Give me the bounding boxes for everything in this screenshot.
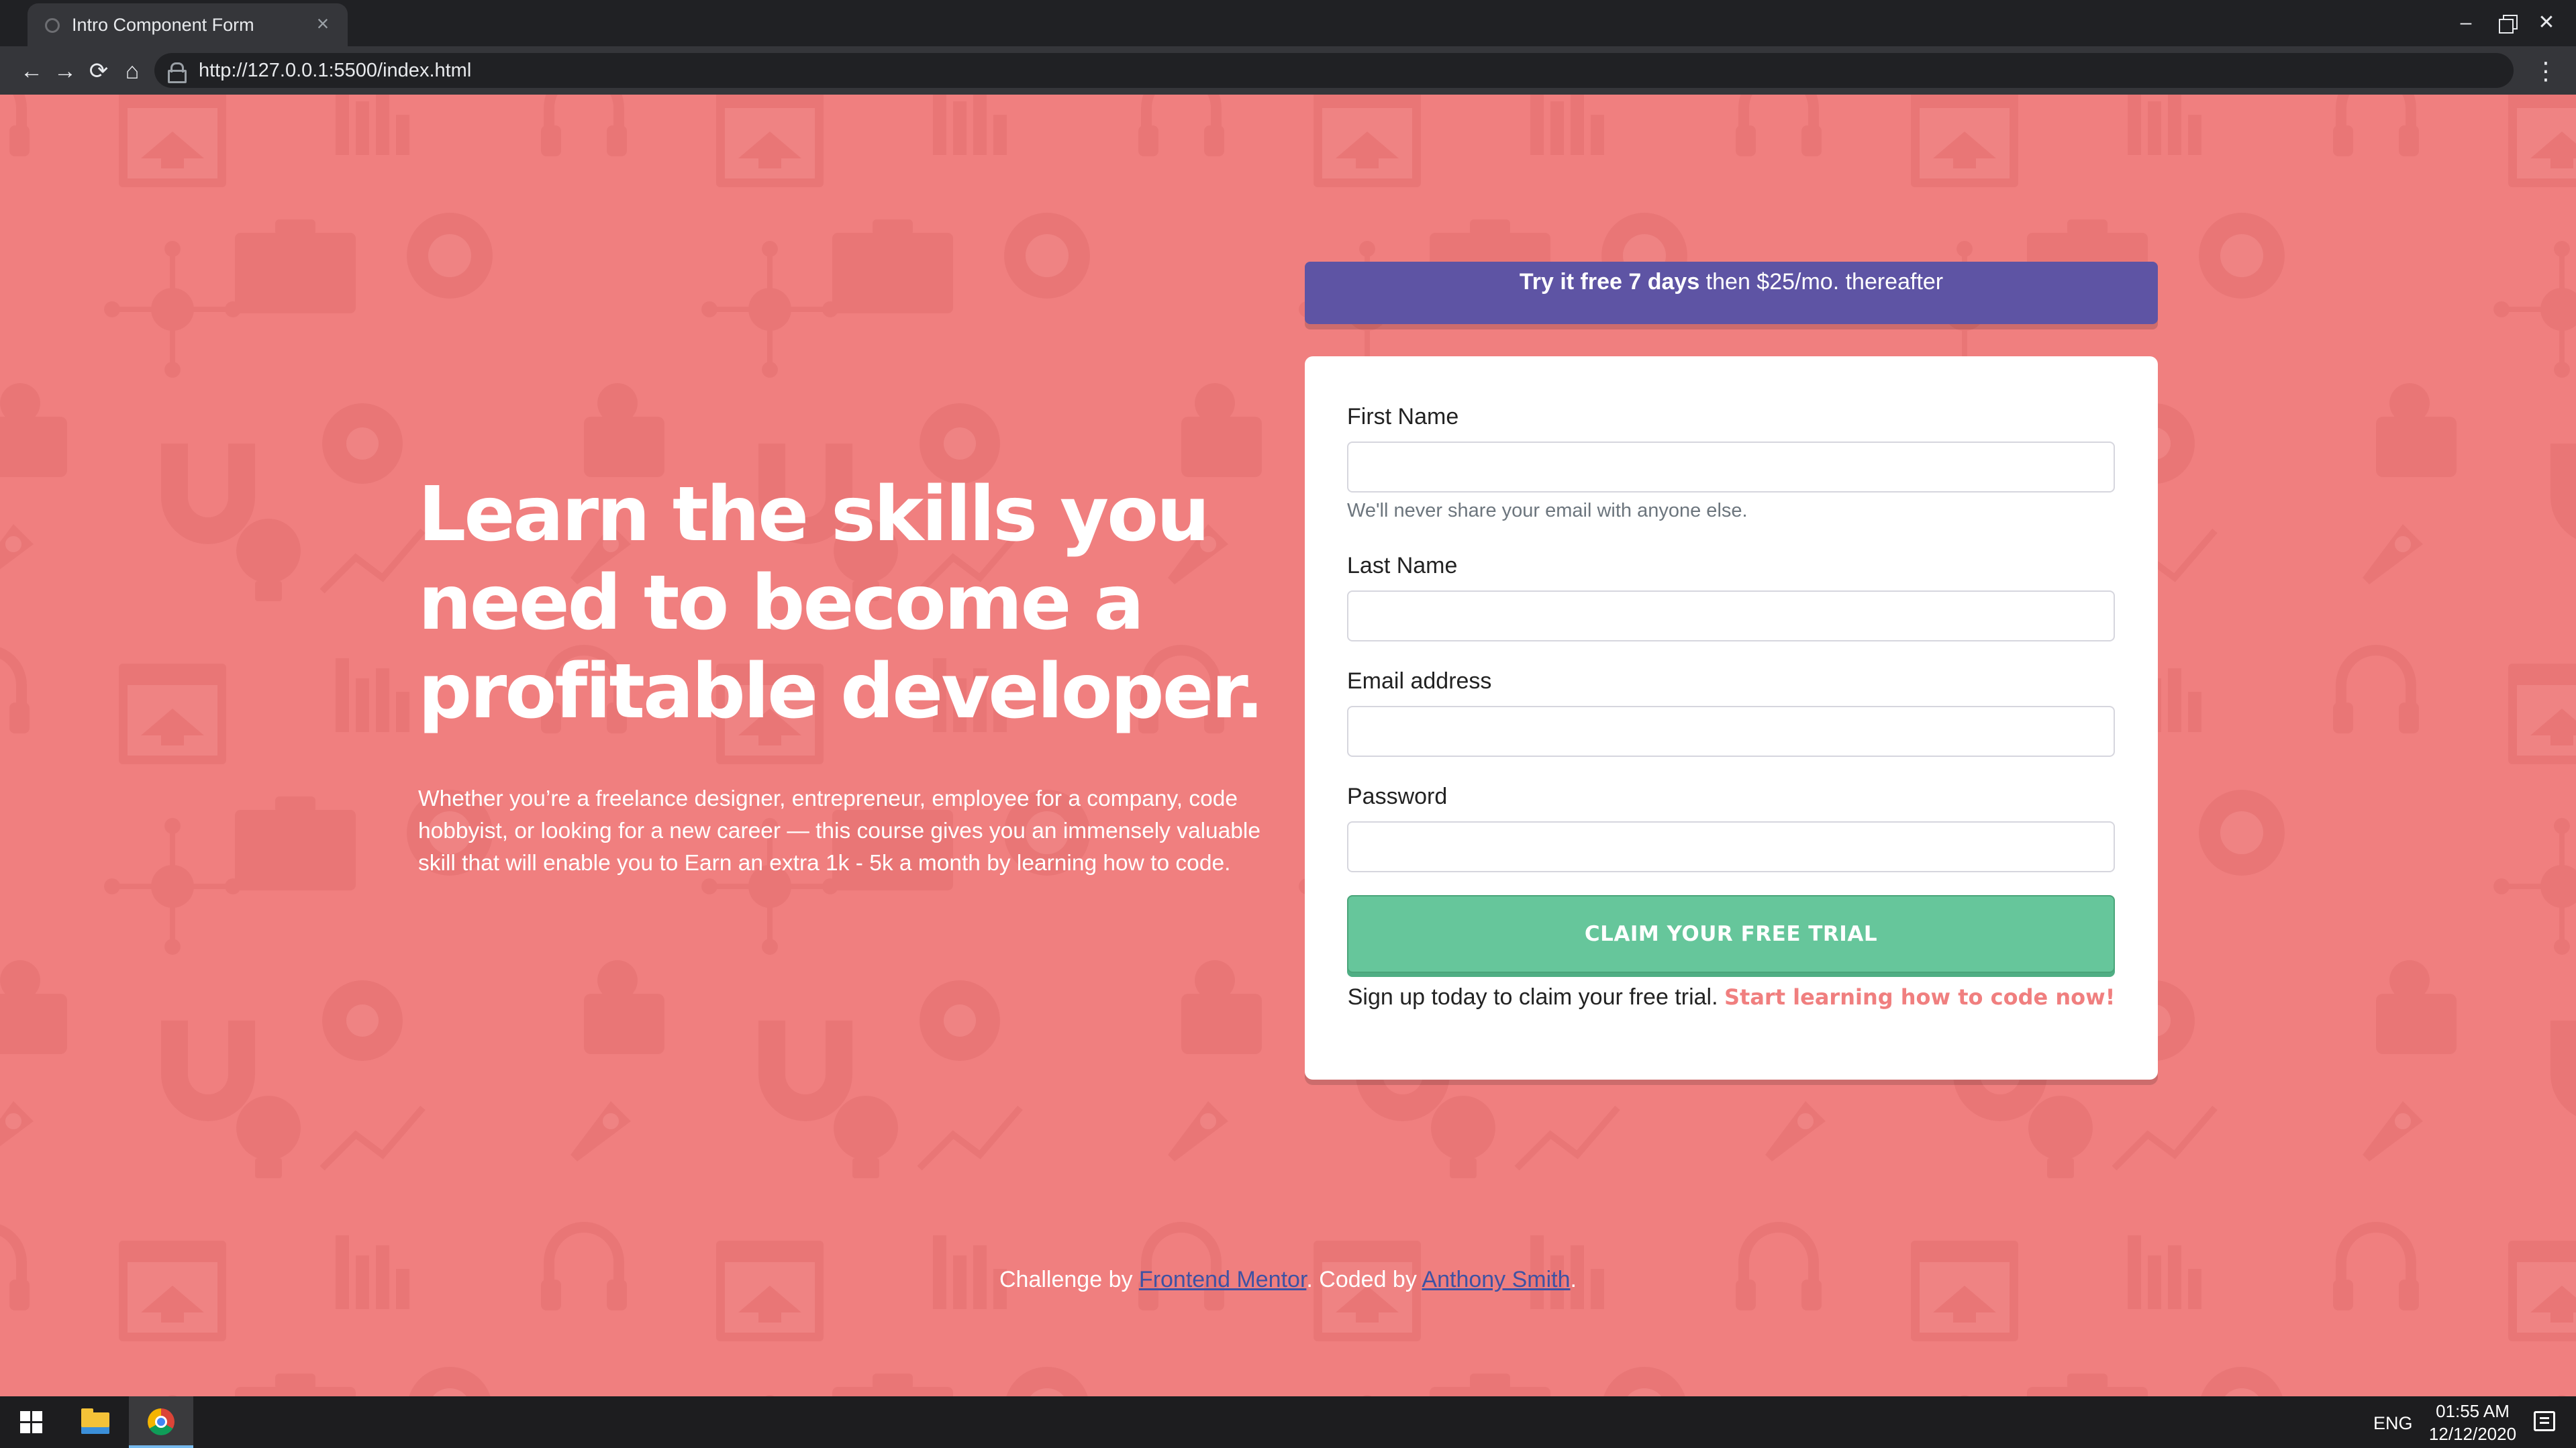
email-help-text: We'll never share your email with anyone… bbox=[1347, 500, 1748, 521]
hero-title-line: profitable developer. bbox=[418, 648, 1264, 735]
hero-description: Whether you’re a freelance designer, ent… bbox=[418, 786, 1261, 876]
windows-taskbar: ENG 01:55 AM 12/12/2020 bbox=[0, 1396, 2576, 1448]
promo-bold-text: Try it free 7 days bbox=[1519, 269, 1700, 295]
frontend-mentor-link[interactable]: Frontend Mentor bbox=[1139, 1267, 1306, 1292]
back-arrow-icon[interactable]: ← bbox=[16, 56, 47, 87]
hero-title-line: Learn the skills you bbox=[418, 471, 1210, 558]
hero-title-line: need to become a bbox=[418, 560, 1144, 647]
author-link[interactable]: Anthony Smith bbox=[1422, 1267, 1570, 1292]
chrome-icon bbox=[148, 1408, 175, 1435]
chrome-taskbar-button[interactable] bbox=[129, 1396, 193, 1448]
clock-time[interactable]: 01:55 AM bbox=[2423, 1400, 2522, 1422]
terms-link[interactable]: Start learning how to code now! bbox=[1724, 984, 2115, 1010]
password-input[interactable] bbox=[1347, 821, 2115, 872]
claim-free-trial-button[interactable]: CLAIM YOUR FREE TRIAL bbox=[1347, 895, 2115, 973]
clock-date[interactable]: 12/12/2020 bbox=[2423, 1423, 2522, 1445]
reload-icon[interactable]: ⟳ bbox=[83, 56, 114, 87]
promo-text: then $25/mo. thereafter bbox=[1699, 269, 1944, 295]
tab-title: Intro Component Form bbox=[72, 15, 254, 35]
home-icon[interactable]: ⌂ bbox=[117, 56, 148, 87]
minimize-window-button[interactable]: – bbox=[2447, 5, 2485, 40]
file-explorer-icon[interactable] bbox=[81, 1408, 109, 1434]
page-background: Learn the skills you need to become a pr… bbox=[0, 95, 2576, 1396]
signup-form-card: First Name We'll never share your email … bbox=[1305, 356, 2158, 1080]
restore-window-button[interactable] bbox=[2488, 5, 2526, 40]
address-bar[interactable]: http://127.0.0.1:5500/index.html bbox=[154, 53, 2514, 88]
notification-icon[interactable] bbox=[2534, 1411, 2555, 1431]
browser-toolbar: ← → ⟳ ⌂ http://127.0.0.1:5500/index.html… bbox=[0, 46, 2576, 95]
last-name-label: Last Name bbox=[1347, 553, 1458, 578]
browser-tab-strip: Intro Component Form × – ✕ bbox=[0, 0, 2576, 46]
hero-title: Learn the skills you need to become a pr… bbox=[418, 470, 1284, 736]
terms-plain-text: Sign up today to claim your free trial. bbox=[1347, 984, 1724, 1010]
trial-promo-banner: Try it free 7 days then $25/mo. thereaft… bbox=[1305, 262, 2158, 324]
last-name-input[interactable] bbox=[1347, 590, 2115, 641]
input-language[interactable]: ENG bbox=[2373, 1411, 2413, 1435]
close-window-button[interactable]: ✕ bbox=[2528, 5, 2565, 40]
windows-start-icon[interactable] bbox=[20, 1411, 43, 1434]
browser-tab[interactable]: Intro Component Form × bbox=[28, 3, 348, 46]
globe-icon bbox=[45, 18, 60, 33]
browser-menu-icon[interactable]: ⋮ bbox=[2532, 56, 2559, 87]
attribution: Challenge by Frontend Mentor. Coded by A… bbox=[0, 1263, 2576, 1296]
attribution-suffix: . bbox=[1570, 1267, 1577, 1292]
url-text[interactable]: http://127.0.0.1:5500/index.html bbox=[199, 58, 471, 83]
email-input[interactable] bbox=[1347, 706, 2115, 757]
restore-icon bbox=[2499, 15, 2518, 34]
first-name-input[interactable] bbox=[1347, 442, 2115, 493]
terms-text: Sign up today to claim your free trial. … bbox=[1305, 980, 2158, 1014]
hero-section: Learn the skills you need to become a pr… bbox=[418, 470, 1284, 880]
first-name-label: First Name bbox=[1347, 404, 1459, 429]
attribution-prefix: Challenge by bbox=[999, 1267, 1139, 1292]
attribution-middle: . Coded by bbox=[1306, 1267, 1422, 1292]
background-pattern bbox=[0, 95, 2576, 1396]
lock-icon[interactable] bbox=[168, 62, 187, 83]
tab-close-icon[interactable]: × bbox=[309, 10, 336, 37]
forward-arrow-icon[interactable]: → bbox=[50, 56, 81, 87]
password-label: Password bbox=[1347, 784, 1448, 809]
email-label: Email address bbox=[1347, 668, 1492, 694]
